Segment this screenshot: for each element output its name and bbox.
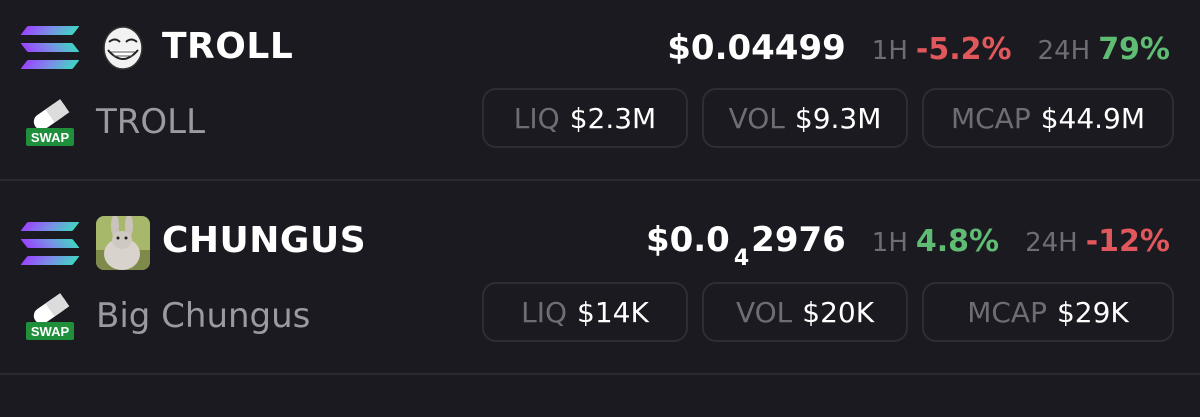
row-divider	[0, 373, 1200, 375]
token-price: $0.04499	[667, 28, 846, 68]
token-symbol: CHUNGUS	[162, 220, 367, 261]
liquidity-stat: LIQ $14K	[482, 282, 688, 342]
price-line: $0.04499 1H -5.2% 24H 79%	[667, 28, 1170, 68]
mcap-value: $29K	[1056, 295, 1129, 329]
timeframe-1h-label: 1H	[871, 36, 908, 66]
vol-label: VOL	[735, 295, 793, 329]
change-1h: 4.8%	[915, 224, 1000, 259]
liq-value: $14K	[577, 295, 649, 329]
liq-label: LIQ	[513, 101, 560, 135]
solana-icon	[20, 26, 80, 70]
svg-text:SWAP: SWAP	[31, 324, 70, 339]
liq-label: LIQ	[521, 295, 568, 329]
volume-stat: VOL $9.3M	[702, 88, 908, 148]
troll-face-icon	[96, 20, 150, 74]
timeframe-24h-label: 24H	[1025, 228, 1078, 258]
liquidity-stat: LIQ $2.3M	[482, 88, 688, 148]
mcap-label: MCAP	[967, 295, 1047, 329]
vol-value: $9.3M	[794, 101, 882, 135]
vol-value: $20K	[802, 295, 875, 329]
price-zero-count: 4	[733, 246, 750, 271]
change-24h: 79%	[1098, 32, 1170, 67]
timeframe-1h-label: 1H	[871, 228, 908, 258]
token-row[interactable]: TROLL $0.04499 1H -5.2% 24H 79% SWAP TRO…	[0, 0, 1200, 190]
token-name: TROLL	[96, 102, 206, 142]
token-name: Big Chungus	[96, 296, 311, 336]
mcap-label: MCAP	[950, 101, 1031, 135]
timeframe-24h-label: 24H	[1037, 36, 1091, 66]
chungus-icon	[96, 216, 150, 270]
vol-label: VOL	[728, 101, 785, 135]
token-row[interactable]: CHUNGUS $0.0 42976 1H 4.8% 24H -12% SWAP …	[0, 192, 1200, 382]
solana-icon	[20, 222, 80, 266]
change-24h: -12%	[1085, 224, 1170, 259]
token-symbol: TROLL	[162, 26, 294, 67]
change-1h: -5.2%	[915, 32, 1012, 67]
market-cap-stat: MCAP $44.9M	[922, 88, 1174, 148]
swap-icon: SWAP	[24, 96, 76, 148]
row-divider	[0, 179, 1200, 181]
svg-text:SWAP: SWAP	[31, 130, 70, 145]
price-line: $0.0 42976 1H 4.8% 24H -12%	[646, 220, 1170, 271]
token-price: $0.0 42976	[645, 220, 846, 271]
swap-icon: SWAP	[24, 290, 76, 342]
volume-stat: VOL $20K	[702, 282, 908, 342]
market-cap-stat: MCAP $29K	[922, 282, 1174, 342]
mcap-value: $44.9M	[1040, 101, 1146, 135]
liq-value: $2.3M	[569, 101, 657, 135]
